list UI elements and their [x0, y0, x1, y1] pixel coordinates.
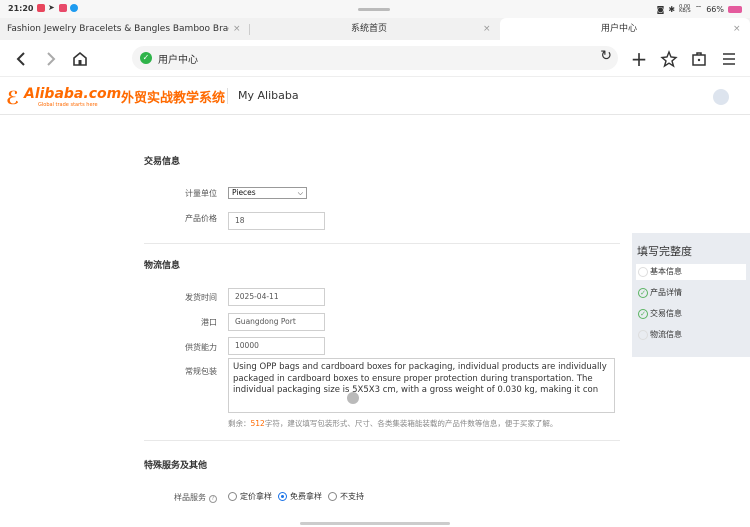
multitask-handle[interactable] — [358, 8, 390, 11]
panel-item-basic[interactable]: ✓ 基本信息 — [636, 264, 746, 280]
check-icon: ✓ — [638, 309, 648, 319]
pending-check-icon: ✓ — [638, 267, 648, 277]
menu-icon[interactable] — [718, 48, 740, 70]
battery-percent: 66% — [706, 4, 724, 14]
bluetooth-icon: ✱ — [668, 4, 676, 14]
price-input[interactable]: 18 — [228, 212, 325, 230]
tab-close-icon[interactable]: × — [233, 18, 241, 40]
radio-circle[interactable] — [228, 492, 237, 501]
status-bar: 21:20 ➤ ◙ ✱ 0.00 KB/S ⌔ 66% — [0, 0, 750, 18]
tab-label: Fashion Jewelry Bracelets & Bangles Bamb… — [7, 24, 229, 34]
nfc-icon: ◙ — [656, 4, 665, 14]
radio-circle-selected[interactable] — [278, 492, 287, 501]
address-bar[interactable]: ✓ 用户中心 ↻ — [132, 46, 618, 70]
logo-tagline: Global trade starts here — [38, 102, 98, 108]
panel-item-label: 基本信息 — [650, 267, 682, 276]
panel-item-details[interactable]: ✓ 产品详情 — [636, 285, 746, 301]
check-icon: ✓ — [638, 288, 648, 298]
status-right: ◙ ✱ 0.00 KB/S ⌔ 66% — [657, 4, 742, 14]
sample-label: 样品服务? — [137, 492, 217, 503]
price-label: 产品价格 — [185, 214, 217, 223]
tab-system-home[interactable]: 系统首页 × — [250, 18, 498, 40]
port-label: 港口 — [201, 318, 217, 327]
chevron-down-icon: ⌵ — [297, 189, 303, 197]
ship-time-input[interactable]: 2025-04-11 — [228, 288, 325, 306]
forward-icon[interactable] — [40, 48, 62, 70]
section-title-special: 特殊服务及其他 — [144, 461, 208, 471]
app-icon-pink — [59, 4, 67, 12]
completeness-panel: 填写完整度 ✓ 基本信息 ✓ 产品详情 ✓ 交易信息 ✓ 物流信息 — [632, 233, 750, 357]
panel-title: 填写完整度 — [637, 245, 692, 258]
hint-prefix: 剩余： — [228, 419, 251, 428]
wifi-icon: ⌔ — [694, 4, 703, 13]
radio-circle[interactable] — [328, 492, 337, 501]
section-divider — [144, 243, 620, 244]
reload-icon[interactable]: ↻ — [600, 48, 612, 64]
tab-label: 系统首页 — [351, 24, 388, 34]
tab-user-center[interactable]: 用户中心 × — [500, 18, 750, 40]
home-icon[interactable] — [69, 48, 91, 70]
packaging-textarea[interactable]: Using OPP bags and cardboard boxes for p… — [228, 358, 615, 413]
secure-shield-icon: ✓ — [140, 52, 152, 64]
sample-label-text: 样品服务 — [174, 493, 206, 502]
section-title-logistics: 物流信息 — [144, 261, 181, 271]
supply-label: 供货能力 — [185, 343, 217, 352]
arrow-icon: ➤ — [48, 3, 55, 12]
header-divider — [227, 88, 228, 104]
hint-suffix: 字符，建议填写包装形式、尺寸、各类集装箱能装载的产品件数等信息，便于买家了解。 — [264, 419, 558, 428]
panel-item-label: 物流信息 — [650, 330, 682, 339]
packaging-hint: 剩余：512字符，建议填写包装形式、尺寸、各类集装箱能装载的产品件数等信息，便于… — [228, 418, 557, 429]
home-indicator[interactable] — [300, 522, 450, 525]
panel-item-label: 产品详情 — [650, 288, 682, 297]
panel-item-label: 交易信息 — [650, 309, 682, 318]
alibaba-smile-icon: ℰ — [6, 88, 20, 109]
bookmark-star-icon[interactable] — [658, 48, 680, 70]
back-icon[interactable] — [10, 48, 32, 70]
panel-item-trade[interactable]: ✓ 交易信息 — [636, 306, 746, 322]
net-speed: 0.00 KB/S — [679, 4, 691, 14]
radio-label: 免费拿样 — [290, 492, 322, 501]
battery-icon — [728, 5, 742, 13]
help-icon[interactable]: ? — [209, 495, 217, 503]
drop-icon — [70, 4, 78, 12]
radio-label: 定价拿样 — [240, 492, 272, 501]
port-input[interactable]: Guangdong Port — [228, 313, 325, 331]
my-alibaba-link[interactable]: My Alibaba — [238, 89, 299, 102]
touch-cursor — [347, 392, 359, 404]
browser-toolbar: ✓ 用户中心 ↻ + — [0, 40, 750, 77]
panel-item-logistics[interactable]: ✓ 物流信息 — [636, 327, 746, 343]
unit-label: 计量单位 — [185, 189, 217, 198]
section-divider — [144, 440, 620, 441]
unit-select[interactable]: Pieces ⌵ — [228, 187, 307, 199]
status-time: 21:20 — [8, 4, 34, 13]
sample-radio-group: 定价拿样 免费拿样 不支持 — [228, 491, 364, 502]
tab-close-icon[interactable]: × — [733, 18, 741, 40]
hint-count: 512 — [250, 419, 265, 428]
notification-icons: ➤ — [37, 4, 78, 12]
unit-select-value: Pieces — [232, 188, 256, 197]
radio-free-sample[interactable]: 免费拿样 — [278, 491, 322, 502]
logo-brand: Alibaba.com — [24, 86, 122, 102]
pending-check-icon: ✓ — [638, 330, 648, 340]
address-text[interactable]: 用户中心 — [158, 51, 198, 66]
packaging-label: 常规包装 — [185, 367, 217, 376]
radio-unsupported[interactable]: 不支持 — [328, 491, 364, 502]
ship-time-label: 发货时间 — [185, 293, 217, 302]
section-title-trade: 交易信息 — [144, 157, 181, 167]
briefcase-icon[interactable] — [688, 48, 710, 70]
tab-product[interactable]: Fashion Jewelry Bracelets & Bangles Bamb… — [0, 18, 248, 40]
logo-cn-title: 外贸实战教学系统 — [121, 91, 226, 106]
tab-close-icon[interactable]: × — [483, 18, 491, 40]
radio-priced-sample[interactable]: 定价拿样 — [228, 491, 272, 502]
supply-input[interactable]: 10000 — [228, 337, 325, 355]
avatar[interactable] — [713, 89, 729, 105]
site-header: ℰ Alibaba.com Global trade starts here 外… — [0, 77, 750, 115]
browser-tabs: Fashion Jewelry Bracelets & Bangles Bamb… — [0, 18, 750, 40]
radio-label: 不支持 — [340, 492, 364, 501]
app-icon-red — [37, 4, 45, 12]
tab-label: 用户中心 — [601, 24, 638, 34]
new-tab-icon[interactable]: + — [628, 48, 650, 70]
